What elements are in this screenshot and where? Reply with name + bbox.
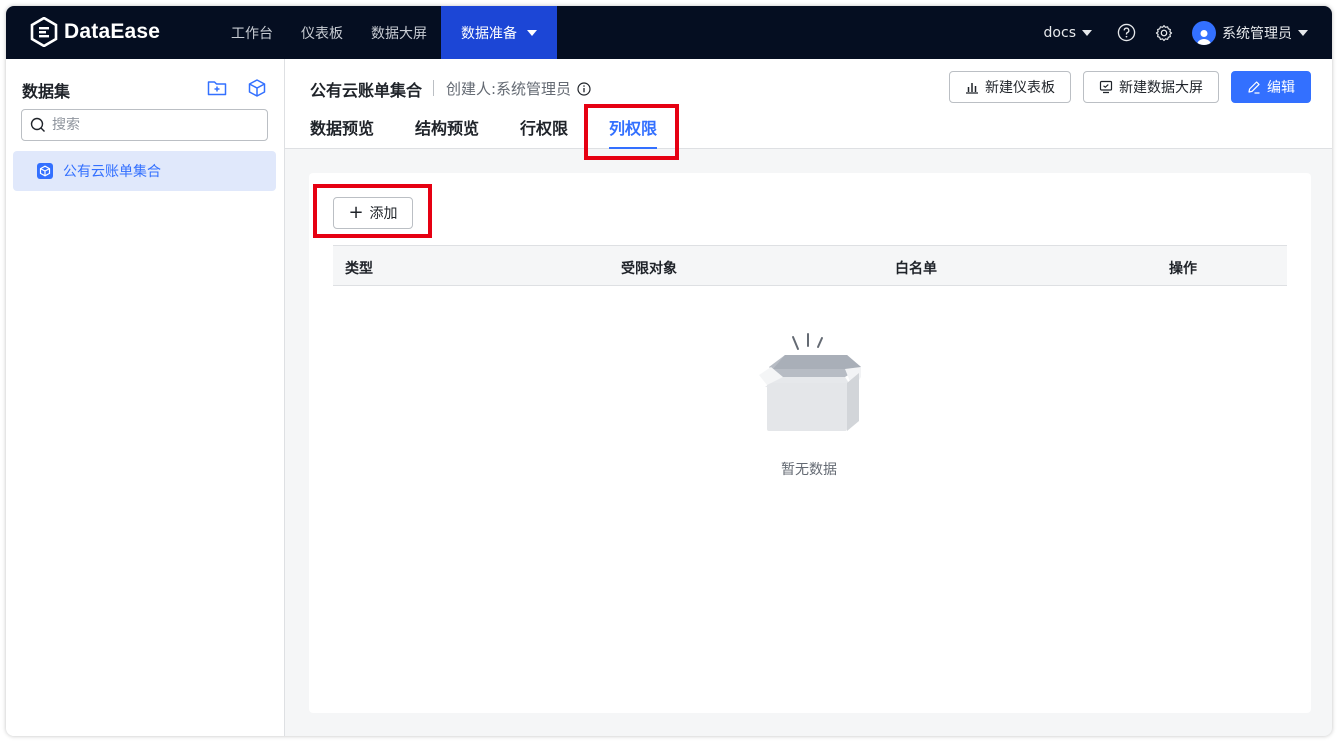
column-header-whitelist: 白名单 (895, 261, 937, 277)
button-label: 新建仪表板 (985, 80, 1055, 96)
empty-text: 暂无数据 (781, 462, 837, 478)
app-window: DataEase 工作台 仪表板 数据大屏 数据准备 docs 系统管理员 数据… (6, 6, 1332, 736)
table-header: 类型 受限对象 白名单 操作 (333, 245, 1287, 286)
button-label: 编辑 (1267, 80, 1295, 96)
add-button-label: 添加 (369, 206, 398, 222)
info-icon[interactable] (577, 81, 591, 96)
user-name: 系统管理员 (1222, 25, 1292, 42)
help-icon[interactable] (1116, 23, 1136, 43)
nav-data-screen[interactable]: 数据大屏 (357, 6, 441, 59)
top-navbar: DataEase 工作台 仪表板 数据大屏 数据准备 docs 系统管理员 (6, 6, 1332, 59)
nav-label: 仪表板 (301, 25, 343, 42)
nav-workbench[interactable]: 工作台 (217, 6, 287, 59)
caret-down-icon (1082, 29, 1092, 36)
new-dashboard-button[interactable]: 新建仪表板 (949, 71, 1071, 103)
tab-structure-preview[interactable]: 结构预览 (415, 115, 479, 149)
search-input[interactable] (52, 117, 252, 133)
screen-icon (1099, 80, 1113, 94)
nav-dashboard[interactable]: 仪表板 (287, 6, 357, 59)
permission-card: + 添加 类型 受限对象 白名单 操作 暂无数据 (309, 173, 1311, 713)
column-header-type: 类型 (345, 261, 373, 277)
brand-name: DataEase (64, 20, 161, 43)
nav-label: 数据准备 (461, 25, 517, 42)
dataset-sidebar: 数据集 公有云账单集合 (6, 59, 285, 736)
dataease-logo-icon (30, 17, 58, 47)
empty-state: 暂无数据 (749, 333, 869, 478)
nav-label: 工作台 (231, 25, 273, 42)
column-header-target: 受限对象 (621, 261, 677, 277)
add-button[interactable]: + 添加 (333, 197, 413, 229)
creator-text: 创建人:系统管理员 (446, 80, 572, 98)
plus-icon: + (348, 202, 364, 223)
dataset-tabs: 数据预览 结构预览 行权限 列权限 (310, 115, 698, 149)
edit-button[interactable]: 编辑 (1231, 71, 1311, 103)
user-menu[interactable]: 系统管理员 (1192, 20, 1308, 45)
dataset-header: 公有云账单集合 创建人:系统管理员 新建仪表板 新建数据大屏 编辑 数据预览 结… (285, 59, 1332, 149)
creator-info: 创建人:系统管理员 (446, 78, 591, 99)
tab-data-preview[interactable]: 数据预览 (310, 115, 374, 149)
empty-box-icon (759, 333, 861, 431)
top-right-tools: docs 系统管理员 (1044, 6, 1308, 59)
logo[interactable]: DataEase (30, 16, 160, 48)
column-header-actions: 操作 (1169, 261, 1197, 277)
button-label: 新建数据大屏 (1119, 80, 1203, 96)
dataset-title: 公有云账单集合 (310, 81, 423, 100)
dataset-cube-icon (37, 163, 53, 179)
search-input-wrapper[interactable] (21, 109, 268, 141)
settings-gear-icon[interactable] (1154, 23, 1174, 43)
main-nav: 工作台 仪表板 数据大屏 数据准备 (217, 6, 557, 59)
tree-item-label: 公有云账单集合 (63, 164, 161, 180)
docs-label: docs (1043, 24, 1076, 41)
caret-down-icon (1298, 29, 1308, 36)
nav-data-prep[interactable]: 数据准备 (441, 6, 557, 59)
tree-item-dataset[interactable]: 公有云账单集合 (13, 151, 276, 191)
edit-pencil-icon (1247, 80, 1261, 94)
new-data-screen-button[interactable]: 新建数据大屏 (1083, 71, 1219, 103)
nav-label: 数据大屏 (371, 25, 427, 42)
search-icon (30, 117, 45, 132)
bar-chart-icon (965, 80, 979, 94)
title-divider (433, 80, 434, 96)
avatar (1192, 20, 1216, 45)
docs-menu[interactable]: docs (1044, 25, 1092, 41)
sidebar-title: 数据集 (22, 82, 71, 101)
tab-column-permission[interactable]: 列权限 (609, 115, 658, 149)
tab-row-permission[interactable]: 行权限 (520, 115, 568, 149)
new-dataset-cube-icon[interactable] (247, 78, 267, 98)
caret-down-icon (527, 29, 537, 36)
new-folder-icon[interactable] (207, 78, 227, 98)
